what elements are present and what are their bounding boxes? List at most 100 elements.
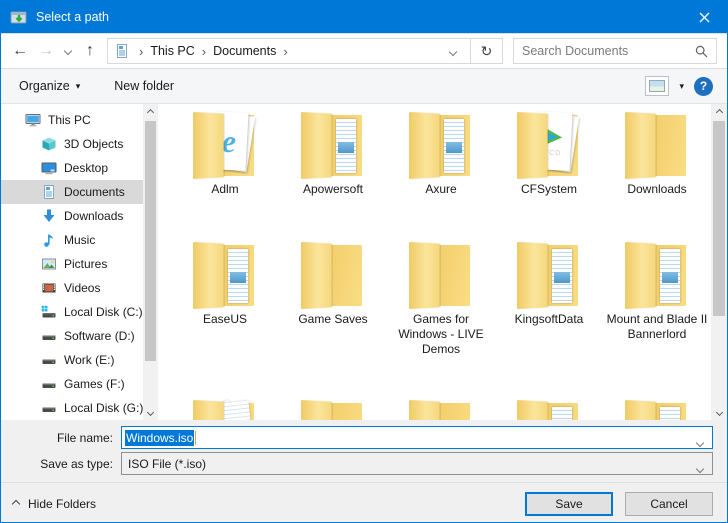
folder-with-documents-icon (619, 240, 695, 310)
sidebar-item-desktop[interactable]: Desktop (1, 156, 158, 180)
folder-item[interactable]: Games for Windows - LIVE Demos (387, 240, 495, 398)
sidebar-scrollbar[interactable] (143, 104, 158, 420)
sidebar-item-label: Music (64, 233, 95, 247)
sidebar-item-games-f[interactable]: Games (F:) (1, 372, 158, 396)
save-button[interactable]: Save (525, 492, 613, 516)
content-scrollbar[interactable] (711, 104, 727, 420)
sidebar-item-this-pc[interactable]: This PC (1, 108, 158, 132)
new-folder-label: New folder (114, 79, 174, 93)
sidebar-item-downloads[interactable]: Downloads (1, 204, 158, 228)
drive-icon (41, 352, 57, 368)
sidebar-item-label: Videos (64, 281, 100, 295)
search-input[interactable]: Search Documents (513, 38, 717, 64)
sidebar-item-local-disk-c[interactable]: Local Disk (C:) (1, 300, 158, 324)
scroll-down-icon[interactable] (143, 404, 158, 420)
breadcrumb-documents[interactable]: Documents (213, 44, 276, 58)
address-dropdown-button[interactable] (440, 44, 466, 58)
search-placeholder: Search Documents (522, 44, 695, 58)
desktop-icon (41, 160, 57, 176)
folder-empty-icon (619, 110, 695, 180)
title-bar: Select a path (1, 1, 727, 33)
sidebar-item-videos[interactable]: Videos (1, 276, 158, 300)
refresh-button[interactable]: ↻ (471, 38, 503, 64)
save-button-label: Save (555, 497, 582, 511)
cancel-button[interactable]: Cancel (625, 492, 713, 516)
folder-item[interactable]: e Adlm (171, 110, 279, 240)
folder-item[interactable]: VCD CFSystem (495, 110, 603, 240)
drive-icon (41, 400, 57, 416)
folder-with-documents-icon (511, 398, 587, 420)
chevron-up-icon (12, 500, 20, 508)
computer-icon (25, 112, 41, 128)
sidebar-item-label: Pictures (64, 257, 107, 271)
drive-icon (41, 328, 57, 344)
folder-item[interactable] (603, 398, 711, 420)
organize-button[interactable]: Organize ▾ (19, 79, 80, 93)
change-view-button[interactable] (645, 76, 669, 96)
folder-item[interactable]: Downloads (603, 110, 711, 240)
sidebar-item-software-d[interactable]: Software (D:) (1, 324, 158, 348)
chevron-down-icon: ▾ (76, 81, 81, 92)
folder-name: EaseUS (203, 312, 247, 327)
sidebar-item-documents[interactable]: Documents (1, 180, 158, 204)
sidebar-item-music[interactable]: Music (1, 228, 158, 252)
3d-cube-icon (41, 136, 57, 152)
folder-item[interactable] (495, 398, 603, 420)
sidebar-item-label: Software (D:) (64, 329, 135, 343)
file-name-input[interactable]: Windows.iso (121, 426, 713, 449)
folder-with-papers-icon (187, 398, 263, 420)
file-list-area: e Adlm Apowersoft Axure (159, 104, 727, 420)
sidebar-item-local-disk-g[interactable]: Local Disk (G:) (1, 396, 158, 420)
sidebar-item-pictures[interactable]: Pictures (1, 252, 158, 276)
folder-with-ie-document-icon: e (187, 110, 263, 180)
folder-with-documents-icon (295, 110, 371, 180)
sidebar-item-3d-objects[interactable]: 3D Objects (1, 132, 158, 156)
folder-empty-icon (295, 398, 371, 420)
folder-name: KingsoftData (515, 312, 584, 327)
scroll-up-icon[interactable] (143, 104, 158, 120)
folder-name: CFSystem (521, 182, 577, 197)
folder-with-documents-icon (511, 240, 587, 310)
scrollbar-thumb[interactable] (713, 121, 725, 316)
folder-empty-icon (403, 398, 479, 420)
hide-folders-button[interactable]: Hide Folders (13, 497, 96, 511)
folder-item[interactable]: Game Saves (279, 240, 387, 398)
up-button[interactable]: ↑ (77, 38, 103, 64)
folder-name: Apowersoft (303, 182, 363, 197)
close-button[interactable] (681, 1, 727, 33)
breadcrumb-this-pc[interactable]: This PC (150, 44, 194, 58)
address-bar[interactable]: › This PC › Documents › (107, 38, 471, 64)
sidebar-item-label: This PC (48, 113, 91, 127)
view-options-chevron-icon[interactable]: ▾ (679, 81, 684, 92)
folder-item[interactable]: Apowersoft (279, 110, 387, 240)
breadcrumb-separator: › (132, 44, 150, 59)
drive-icon (41, 376, 57, 392)
app-icon (10, 9, 28, 25)
recent-locations-button[interactable] (59, 38, 77, 64)
dialog-footer: File name: Windows.iso Save as type: ISO… (1, 420, 727, 522)
folder-item[interactable]: KingsoftData (495, 240, 603, 398)
save-as-type-select[interactable]: ISO File (*.iso) (121, 452, 713, 475)
sidebar-item-label: Work (E:) (64, 353, 114, 367)
save-dialog-window: Select a path ← → ↑ › This PC › Documen (0, 0, 728, 523)
folder-with-vcd-document-icon: VCD (511, 110, 587, 180)
new-folder-button[interactable]: New folder (114, 79, 174, 93)
forward-button[interactable]: → (33, 38, 59, 64)
folder-item[interactable]: EaseUS (171, 240, 279, 398)
help-button[interactable]: ? (694, 77, 713, 96)
folder-item[interactable]: Axure (387, 110, 495, 240)
scroll-up-icon[interactable] (711, 104, 727, 120)
folder-with-documents-icon (619, 398, 695, 420)
folder-item[interactable]: Mount and Blade II Bannerlord (603, 240, 711, 398)
organize-label: Organize (19, 79, 70, 93)
back-button[interactable]: ← (7, 38, 33, 64)
file-name-dropdown-icon[interactable] (697, 435, 703, 449)
cancel-button-label: Cancel (650, 497, 687, 511)
scroll-down-icon[interactable] (711, 404, 727, 420)
folder-item[interactable] (279, 398, 387, 420)
folder-item[interactable] (171, 398, 279, 420)
documents-location-icon (114, 43, 130, 59)
scrollbar-thumb[interactable] (145, 121, 156, 361)
sidebar-item-work-e[interactable]: Work (E:) (1, 348, 158, 372)
folder-item[interactable] (387, 398, 495, 420)
